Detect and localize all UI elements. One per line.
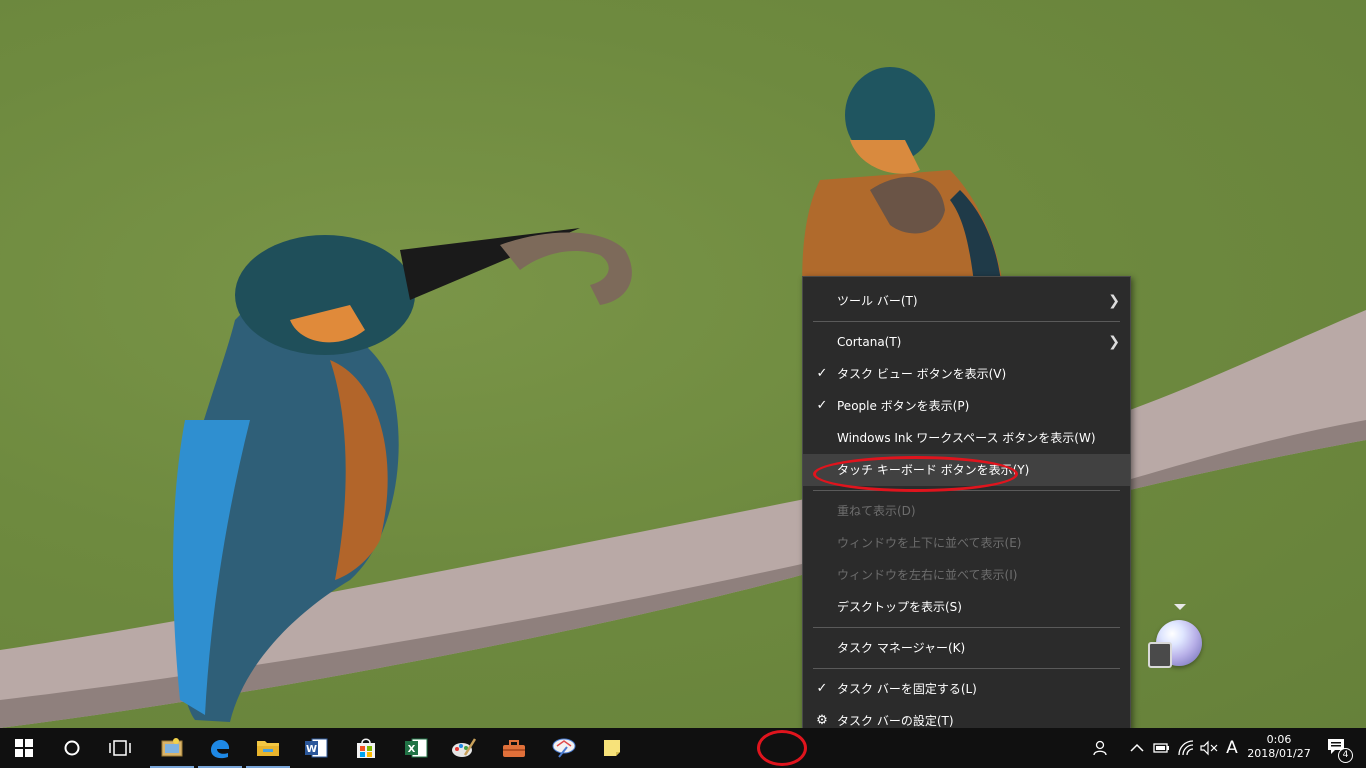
- start-button[interactable]: [0, 728, 48, 768]
- menu-separator: [813, 627, 1120, 628]
- menu-item-lock-taskbar[interactable]: ✓ タスク バーを固定する(L): [803, 673, 1130, 705]
- taskbar-app-word[interactable]: W: [292, 728, 340, 768]
- menu-separator: [813, 490, 1120, 491]
- checkmark-icon: ✓: [816, 398, 828, 413]
- taskbar: W X A 0:06 2018/01/27 4: [0, 728, 1366, 768]
- taskbar-app-pen[interactable]: [540, 728, 588, 768]
- task-view-button[interactable]: [96, 728, 144, 768]
- cortana-icon: [64, 740, 80, 756]
- menu-item-cascade-windows: 重ねて表示(D): [803, 495, 1130, 527]
- menu-item-label: People ボタンを表示(P): [837, 399, 970, 413]
- file-explorer-icon: [257, 741, 279, 756]
- edge-icon: [211, 740, 230, 759]
- people-button[interactable]: [1088, 728, 1112, 768]
- cortana-button[interactable]: [48, 728, 96, 768]
- task-view-icon: [109, 740, 131, 756]
- taskbar-context-menu: ツール バー(T) ❯ Cortana(T) ❯ ✓ タスク ビュー ボタンを表…: [802, 276, 1131, 745]
- menu-item-stack-windows: ウィンドウを上下に並べて表示(E): [803, 527, 1130, 559]
- menu-item-show-desktop[interactable]: デスクトップを表示(S): [803, 591, 1130, 623]
- menu-item-label: タスク ビュー ボタンを表示(V): [837, 367, 1007, 381]
- desktop-wallpaper[interactable]: [0, 0, 1366, 728]
- menu-item-side-by-side-windows: ウィンドウを左右に並べて表示(I): [803, 559, 1130, 591]
- excel-icon: X: [405, 738, 428, 758]
- menu-item-show-windows-ink-button[interactable]: Windows Ink ワークスペース ボタンを表示(W): [803, 422, 1130, 454]
- menu-item-label: ウィンドウを上下に並べて表示(E): [837, 536, 1022, 550]
- wifi-icon: [1178, 740, 1194, 756]
- menu-separator: [813, 668, 1120, 669]
- photo-viewer-icon: [161, 738, 183, 757]
- menu-item-label: タスク バーの設定(T): [837, 714, 954, 728]
- taskbar-app-paint[interactable]: [440, 728, 488, 768]
- svg-text:W: W: [306, 744, 317, 755]
- notification-count-badge: 4: [1338, 748, 1353, 763]
- taskbar-app-file-explorer[interactable]: [244, 728, 292, 768]
- checkmark-icon: ✓: [816, 366, 828, 381]
- clock-date: 2018/01/27: [1247, 747, 1311, 760]
- menu-item-show-task-view-button[interactable]: ✓ タスク ビュー ボタンを表示(V): [803, 358, 1130, 390]
- pen-app-icon: [552, 738, 576, 758]
- clock-time: 0:06: [1266, 733, 1292, 746]
- menu-item-label: ウィンドウを左右に並べて表示(I): [837, 568, 1018, 582]
- chevron-up-icon: [1130, 743, 1144, 752]
- taskbar-app-edge[interactable]: [196, 728, 244, 768]
- network-button[interactable]: [1175, 728, 1197, 768]
- taskbar-app-sticky-notes[interactable]: [588, 728, 636, 768]
- ime-mode-indicator[interactable]: A: [1222, 728, 1242, 768]
- action-center-button[interactable]: 4: [1320, 728, 1356, 768]
- taskbar-clock[interactable]: 0:06 2018/01/27: [1240, 728, 1318, 768]
- menu-item-show-touch-keyboard-button[interactable]: タッチ キーボード ボタンを表示(Y): [803, 454, 1130, 486]
- menu-item-cortana[interactable]: Cortana(T) ❯: [803, 326, 1130, 358]
- menu-item-label: デスクトップを表示(S): [837, 600, 962, 614]
- windows-start-icon: [15, 739, 33, 757]
- menu-item-toolbars[interactable]: ツール バー(T) ❯: [803, 285, 1130, 317]
- taskbar-app-toolbox[interactable]: [490, 728, 538, 768]
- battery-icon: [1153, 743, 1169, 753]
- app-badge-icon: [1148, 642, 1172, 668]
- taskbar-app-store[interactable]: [342, 728, 390, 768]
- menu-item-task-manager[interactable]: タスク マネージャー(K): [803, 632, 1130, 664]
- paint-icon: [452, 738, 477, 757]
- menu-item-label: タッチ キーボード ボタンを表示(Y): [837, 463, 1030, 477]
- battery-button[interactable]: [1150, 728, 1172, 768]
- people-icon: [1093, 740, 1107, 756]
- taskbar-app-excel[interactable]: X: [392, 728, 440, 768]
- svg-text:X: X: [408, 744, 416, 755]
- menu-separator: [813, 321, 1120, 322]
- word-icon: W: [305, 738, 328, 758]
- floating-app-widget[interactable]: [1146, 602, 1206, 670]
- show-hidden-icons-button[interactable]: [1126, 728, 1148, 768]
- chevron-right-icon: ❯: [1108, 334, 1120, 350]
- menu-item-label: タスク マネージャー(K): [837, 641, 966, 655]
- menu-item-label: ツール バー(T): [837, 294, 918, 308]
- chevron-right-icon: ❯: [1108, 293, 1120, 309]
- sticky-notes-icon: [604, 740, 620, 756]
- toolbox-icon: [503, 740, 525, 757]
- taskbar-app-photo-viewer[interactable]: [148, 728, 196, 768]
- menu-item-label: 重ねて表示(D): [837, 504, 916, 518]
- store-icon: [357, 738, 375, 758]
- volume-button[interactable]: [1198, 728, 1220, 768]
- menu-item-label: Cortana(T): [837, 335, 902, 349]
- checkmark-icon: ✓: [816, 681, 828, 696]
- menu-item-label: タスク バーを固定する(L): [837, 682, 977, 696]
- menu-item-label: Windows Ink ワークスペース ボタンを表示(W): [837, 431, 1096, 445]
- caret-down-icon[interactable]: [1174, 604, 1186, 610]
- volume-muted-icon: [1200, 740, 1218, 756]
- menu-item-show-people-button[interactable]: ✓ People ボタンを表示(P): [803, 390, 1130, 422]
